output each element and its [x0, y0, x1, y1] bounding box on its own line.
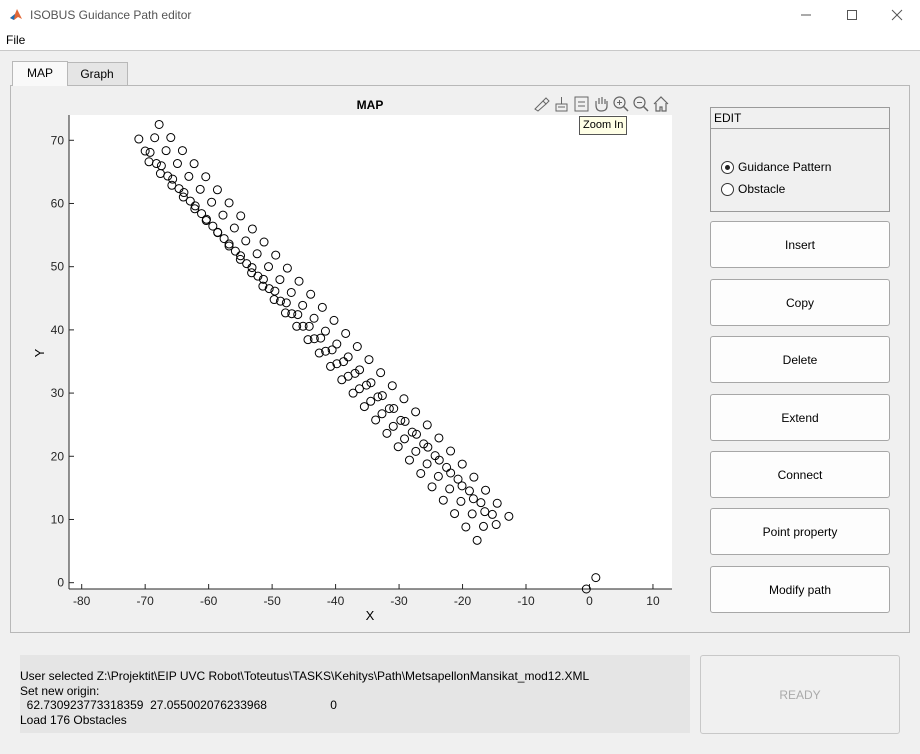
radio-unselected-icon[interactable]	[721, 182, 734, 196]
status-log: User selected Z:\Projektit\EIP UVC Robot…	[20, 655, 690, 733]
maximize-button[interactable]	[829, 0, 875, 30]
data-tips-icon[interactable]	[555, 97, 568, 112]
tab-graph[interactable]: Graph	[66, 62, 128, 85]
radio-obstacle-label: Obstacle	[738, 182, 786, 196]
home-icon[interactable]	[653, 96, 669, 112]
axes-toolbar	[534, 96, 669, 112]
legend-icon[interactable]	[574, 96, 589, 112]
map-panel: MAP -80 -70 -60 -50 -40 -30 -20 -10 0 10 0 10 20 30 40…	[10, 85, 910, 633]
copy-button[interactable]: Copy	[710, 279, 890, 326]
close-button[interactable]	[874, 0, 920, 30]
y-axis-label: Y	[32, 348, 47, 357]
point-property-button[interactable]: Point property	[710, 508, 890, 555]
y-tick-label: 0	[57, 576, 64, 590]
y-tick-label: 20	[51, 449, 65, 463]
radio-guidance-pattern-label: Guidance Pattern	[738, 160, 832, 174]
plot-area: MAP -80 -70 -60 -50 -40 -30 -20 -10 0 10 0 10 20 30 40…	[11, 86, 711, 632]
status-line-4: Load 176 Obstacles	[20, 713, 127, 727]
title-bar: ISOBUS Guidance Path editor	[0, 0, 920, 30]
radio-obstacle[interactable]: Obstacle	[721, 181, 785, 197]
plot-background	[69, 115, 672, 589]
y-tick-label: 30	[51, 386, 65, 400]
radio-guidance-pattern[interactable]: Guidance Pattern	[721, 159, 831, 175]
brush-icon[interactable]	[534, 97, 550, 112]
edit-group: EDIT Guidance Pattern Obstacle	[710, 107, 890, 212]
close-icon	[891, 9, 903, 21]
y-tick-label: 50	[51, 260, 65, 274]
x-tick-label: 0	[586, 594, 593, 608]
x-tick-label: -80	[73, 594, 91, 608]
maximize-icon	[847, 10, 857, 20]
y-tick-label: 70	[51, 133, 65, 147]
minimize-button[interactable]	[783, 0, 829, 30]
radio-selected-icon[interactable]	[721, 160, 734, 174]
y-tick-label: 10	[51, 512, 65, 526]
ready-button[interactable]: READY	[700, 655, 900, 734]
modify-path-button[interactable]: Modify path	[710, 566, 890, 613]
menu-file[interactable]: File	[6, 33, 25, 47]
tab-map[interactable]: MAP	[12, 61, 68, 86]
x-tick-label: -30	[390, 594, 408, 608]
x-tick-label: -10	[517, 594, 535, 608]
status-line-3: 62.730923773318359 27.055002076233968 0	[20, 698, 337, 712]
pan-icon[interactable]	[595, 97, 608, 112]
y-tick-label: 40	[51, 323, 65, 337]
minimize-icon	[801, 14, 811, 16]
y-tick-label: 60	[51, 196, 65, 210]
zoom-in-icon[interactable]	[613, 96, 629, 112]
delete-button[interactable]: Delete	[710, 336, 890, 383]
x-axis-label: X	[366, 608, 375, 623]
plot-title: MAP	[357, 98, 384, 112]
x-tick-label: -40	[327, 594, 345, 608]
x-tick-label: -70	[136, 594, 154, 608]
menu-bar: File	[0, 30, 920, 51]
edit-group-title: EDIT	[714, 111, 742, 125]
insert-button[interactable]: Insert	[710, 221, 890, 268]
window-title: ISOBUS Guidance Path editor	[30, 8, 192, 22]
status-line-1: User selected Z:\Projektit\EIP UVC Robot…	[20, 669, 590, 683]
status-line-2: Set new origin:	[20, 684, 100, 698]
zoom-in-tooltip: Zoom In	[579, 116, 628, 135]
x-tick-label: -50	[263, 594, 281, 608]
x-tick-label: -20	[454, 594, 472, 608]
matlab-logo-icon	[10, 9, 22, 20]
edit-group-header: EDIT	[711, 108, 889, 129]
x-tick-label: -60	[200, 594, 218, 608]
zoom-out-icon[interactable]	[633, 96, 649, 112]
extend-button[interactable]: Extend	[710, 394, 890, 441]
x-tick-label: 10	[646, 594, 660, 608]
map-plot[interactable]: MAP -80 -70 -60 -50 -40 -30 -20 -10 0 10 0 10 20 30 40…	[11, 86, 711, 632]
connect-button[interactable]: Connect	[710, 451, 890, 498]
